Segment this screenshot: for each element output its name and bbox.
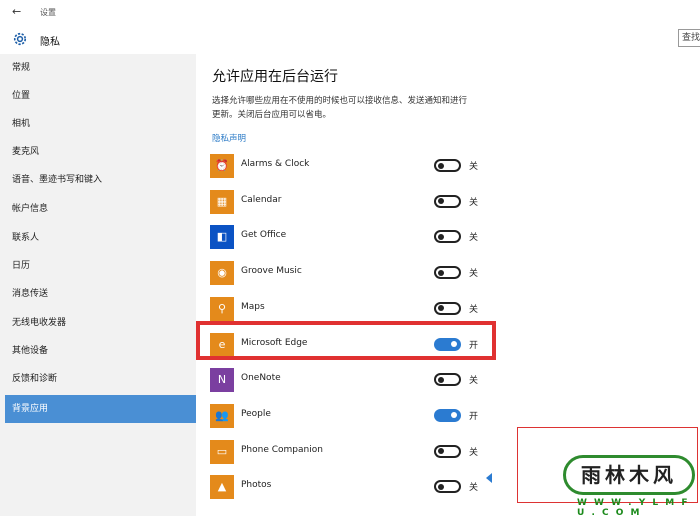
toggle-knob (451, 412, 457, 419)
app-row: ▭ Phone Companion 关 (210, 437, 510, 471)
app-name: Photos (241, 480, 272, 491)
search-input[interactable]: 查找 (678, 29, 700, 47)
toggle-state-label: 开 (469, 411, 479, 422)
background-toggle[interactable] (434, 194, 461, 208)
background-toggle[interactable] (434, 266, 461, 280)
app-row: ▦ Calendar 关 (210, 187, 510, 221)
sidebar: 常规 位置 相机 麦克风 语音、墨迹书写和键入 帐户信息 联系人 日历 消息传送 无线电收发器 其他… (0, 54, 196, 516)
alarm-clock-icon: ⏰ (210, 154, 234, 178)
privacy-statement-link[interactable]: 隐私声明 (212, 132, 246, 144)
sidebar-item[interactable]: 常规 (0, 54, 196, 82)
toggle-knob (438, 233, 444, 240)
toggle-state-label: 关 (469, 483, 479, 494)
app-name: People (241, 408, 271, 419)
sidebar-item[interactable]: 帐户信息 (0, 195, 196, 223)
sidebar-item[interactable]: 语音、墨迹书写和键入 (0, 166, 196, 194)
section-description: 选择允许哪些应用在不使用的时候也可以接收信息、发送通知和进行更新。关闭后台应用可… (212, 96, 468, 120)
app-name: Calendar (241, 194, 282, 205)
toggle-knob (438, 162, 444, 169)
sidebar-item[interactable]: 位置 (0, 82, 196, 110)
app-name: Get Office (241, 230, 287, 241)
pointer-arrow-icon (486, 473, 492, 483)
app-name: Groove Music (241, 266, 302, 277)
app-row: ⏰ Alarms & Clock 关 (210, 151, 510, 185)
sidebar-item[interactable]: 无线电收发器 (0, 309, 196, 337)
app-name: Phone Companion (241, 444, 323, 455)
toggle-state-label: 关 (469, 233, 479, 244)
app-name: OneNote (241, 373, 281, 384)
page-title: 隐私 (40, 37, 60, 48)
onenote-icon: N (210, 368, 234, 393)
back-arrow-icon[interactable]: ← (12, 4, 28, 20)
background-toggle[interactable] (434, 301, 461, 315)
sidebar-item[interactable]: 消息传送 (0, 280, 196, 308)
sidebar-item[interactable]: 反馈和诊断 (0, 365, 196, 393)
toggle-state-label: 关 (469, 447, 479, 458)
background-toggle[interactable] (434, 444, 461, 458)
background-toggle[interactable] (434, 480, 461, 494)
toggle-state-label: 关 (469, 376, 479, 387)
watermark-url: W W W . Y L M F U . C O M (577, 498, 690, 516)
title-bar: ← 设置 (0, 0, 700, 24)
page-header: 隐私 (0, 24, 700, 54)
sidebar-item[interactable]: 其他设备 (0, 337, 196, 365)
office-icon: ◧ (210, 225, 234, 250)
app-row: 👥 People 开 (210, 401, 510, 435)
background-toggle[interactable] (434, 408, 461, 422)
sidebar-item[interactable]: 联系人 (0, 224, 196, 252)
app-row: ◉ Groove Music 关 (210, 258, 510, 292)
toggle-knob (438, 269, 444, 276)
photos-icon: ▲ (210, 475, 234, 500)
calendar-icon: ▦ (210, 189, 234, 214)
highlight-box (196, 321, 496, 360)
toggle-knob (438, 376, 444, 383)
section-title: 允许应用在后台运行 (212, 69, 338, 85)
window-title: 设置 (40, 8, 56, 17)
sidebar-item[interactable]: 背景应用 (5, 395, 196, 423)
app-name: Alarms & Clock (241, 159, 310, 169)
background-toggle[interactable] (434, 159, 461, 172)
sidebar-item[interactable]: 相机 (0, 110, 196, 138)
background-toggle[interactable] (434, 373, 461, 387)
app-row: ▲ Photos 关 (210, 472, 510, 506)
toggle-state-label: 关 (469, 162, 479, 172)
sidebar-item[interactable]: 麦克风 (0, 138, 196, 166)
toggle-state-label: 关 (469, 304, 479, 315)
toggle-state-label: 关 (469, 197, 479, 208)
toggle-knob (438, 448, 444, 455)
people-icon: 👥 (210, 403, 234, 428)
background-toggle[interactable] (434, 230, 461, 244)
watermark-text: 雨林木风 (563, 455, 695, 495)
maps-icon: ⚲ (210, 296, 234, 321)
toggle-knob (438, 483, 444, 490)
sidebar-item[interactable]: 日历 (0, 252, 196, 280)
watermark-logo: 雨林木风 W W W . Y L M F U . C O M (563, 455, 695, 516)
app-row: ◧ Get Office 关 (210, 222, 510, 256)
app-name: Maps (241, 301, 265, 312)
app-row: N OneNote 关 (210, 365, 510, 399)
phone-companion-icon: ▭ (210, 439, 234, 464)
toggle-knob (438, 198, 444, 205)
music-icon: ◉ (210, 261, 234, 286)
gear-icon (13, 32, 27, 46)
toggle-state-label: 关 (469, 269, 479, 280)
toggle-knob (438, 305, 444, 312)
